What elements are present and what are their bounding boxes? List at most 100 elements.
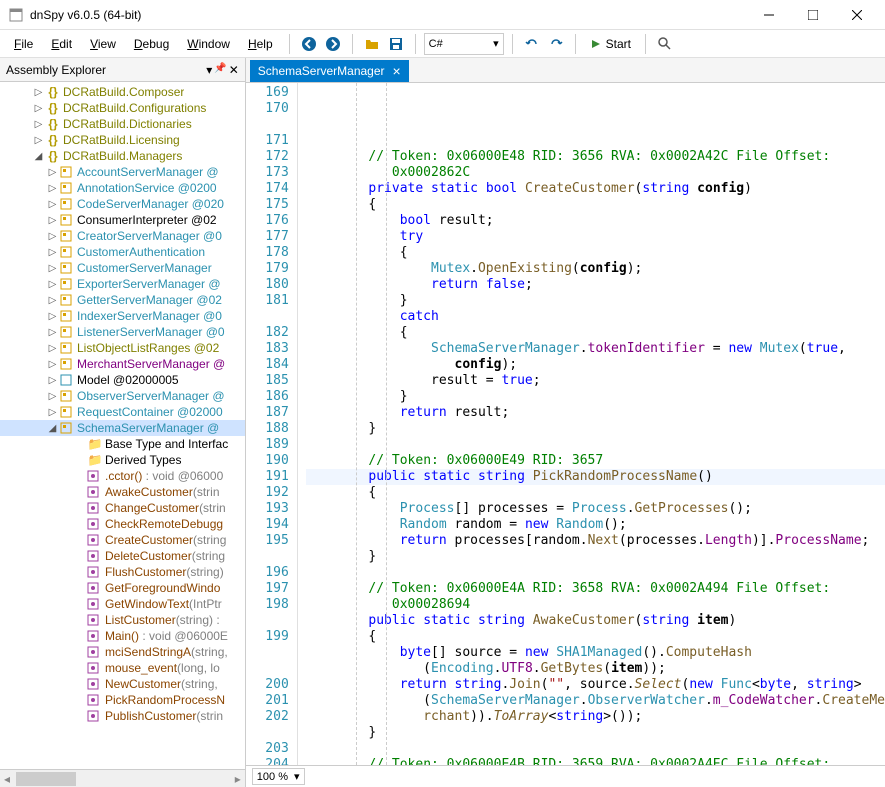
tree-row[interactable]: ▷ CodeServerManager @020 xyxy=(0,196,245,212)
open-button[interactable] xyxy=(361,33,383,55)
tree-row[interactable]: DeleteCustomer(string xyxy=(0,548,245,564)
search-button[interactable] xyxy=(654,33,676,55)
toolbar-separator xyxy=(645,34,646,54)
redo-button[interactable] xyxy=(545,33,567,55)
tree-row[interactable]: ▷CreatorServerManager @0 xyxy=(0,228,245,244)
tab-schemaservermanager[interactable]: SchemaServerManager × xyxy=(250,60,409,82)
tree-row[interactable]: ▷CustomerServerManager xyxy=(0,260,245,276)
tree-toggle-icon[interactable]: ▷ xyxy=(46,327,59,338)
tree-view[interactable]: ▷{}DCRatBuild.Composer▷{}DCRatBuild.Conf… xyxy=(0,82,245,769)
tree-row[interactable]: ▷{}DCRatBuild.Licensing xyxy=(0,132,245,148)
code-editor[interactable]: 1691701711721731741751761771781791801811… xyxy=(246,82,885,765)
tree-row[interactable]: mciSendStringA(string, xyxy=(0,644,245,660)
tree-row[interactable]: PickRandomProcessN xyxy=(0,692,245,708)
tab-close-icon[interactable]: × xyxy=(393,64,401,78)
tree-node-label: SchemaServerManager @ xyxy=(77,421,219,435)
menu-edit[interactable]: Edit xyxy=(43,34,80,54)
tree-toggle-icon[interactable]: ▷ xyxy=(32,135,45,146)
language-dropdown-value: C# xyxy=(429,38,443,50)
minimize-button[interactable] xyxy=(749,2,789,28)
save-button[interactable] xyxy=(385,33,407,55)
tree-toggle-icon[interactable]: ▷ xyxy=(46,295,59,306)
tree-row[interactable]: ▷ MerchantServerManager @ xyxy=(0,356,245,372)
tree-toggle-icon[interactable]: ▷ xyxy=(46,375,59,386)
tree-row[interactable]: ▷{}DCRatBuild.Configurations xyxy=(0,100,245,116)
tree-toggle-icon[interactable]: ◢ xyxy=(46,423,59,434)
tree-node-icon xyxy=(87,598,103,610)
tree-node-icon xyxy=(59,213,75,227)
tree-node-label: MerchantServerManager @ xyxy=(77,357,225,371)
tree-row[interactable]: FlushCustomer(string) xyxy=(0,564,245,580)
toolbar-separator xyxy=(575,34,576,54)
tree-row[interactable]: ▷ListenerServerManager @0 xyxy=(0,324,245,340)
tree-row[interactable]: AwakeCustomer(strin xyxy=(0,484,245,500)
tree-toggle-icon[interactable]: ▷ xyxy=(46,343,59,354)
pin-icon[interactable]: 📌 xyxy=(214,63,226,77)
tree-row[interactable]: GetWindowText(IntPtr xyxy=(0,596,245,612)
tree-row[interactable]: ▷AccountServerManager @ xyxy=(0,164,245,180)
tree-toggle-icon[interactable]: ▷ xyxy=(46,279,59,290)
tree-row[interactable]: CreateCustomer(string xyxy=(0,532,245,548)
tree-row[interactable]: ▷ConsumerInterpreter @02 xyxy=(0,212,245,228)
tree-toggle-icon[interactable]: ▷ xyxy=(46,183,59,194)
tree-row[interactable]: ▷{}DCRatBuild.Dictionaries xyxy=(0,116,245,132)
tree-node-label: CodeServerManager @020 xyxy=(77,197,224,211)
tree-row[interactable]: 📁Base Type and Interfac xyxy=(0,436,245,452)
tree-row[interactable]: ◢ SchemaServerManager @ xyxy=(0,420,245,436)
tree-row[interactable]: ▷CustomerAuthentication xyxy=(0,244,245,260)
maximize-button[interactable] xyxy=(793,2,833,28)
start-debug-button[interactable]: Start xyxy=(584,33,637,55)
tree-toggle-icon[interactable]: ▷ xyxy=(46,231,59,242)
undo-button[interactable] xyxy=(521,33,543,55)
tree-row[interactable]: PublishCustomer(strin xyxy=(0,708,245,724)
tree-row[interactable]: ▷ObserverServerManager @ xyxy=(0,388,245,404)
tree-toggle-icon[interactable]: ▷ xyxy=(32,119,45,130)
tree-row[interactable]: ListCustomer(string) : xyxy=(0,612,245,628)
panel-close-icon[interactable]: ✕ xyxy=(229,63,239,77)
tree-row[interactable]: ▷IndexerServerManager @0 xyxy=(0,308,245,324)
tree-toggle-icon[interactable]: ▷ xyxy=(46,407,59,418)
menu-help[interactable]: Help xyxy=(240,34,281,54)
tree-toggle-icon[interactable]: ▷ xyxy=(46,311,59,322)
tree-toggle-icon[interactable]: ▷ xyxy=(46,215,59,226)
tree-toggle-icon[interactable]: ▷ xyxy=(46,199,59,210)
tree-row[interactable]: ChangeCustomer(strin xyxy=(0,500,245,516)
tree-toggle-icon[interactable]: ▷ xyxy=(32,103,45,114)
tree-row[interactable]: ▷RequestContainer @02000 xyxy=(0,404,245,420)
tree-toggle-icon[interactable]: ▷ xyxy=(46,391,59,402)
tree-row[interactable]: GetForegroundWindo xyxy=(0,580,245,596)
tree-toggle-icon[interactable]: ▷ xyxy=(46,247,59,258)
tree-row[interactable]: .cctor() : void @06000 xyxy=(0,468,245,484)
tree-node-label: FlushCustomer(string) xyxy=(105,565,224,579)
tree-row[interactable]: NewCustomer(string, xyxy=(0,676,245,692)
tree-row[interactable]: ▷ExporterServerManager @ xyxy=(0,276,245,292)
tree-row[interactable]: ▷ListObjectListRanges @02 xyxy=(0,340,245,356)
horizontal-scrollbar[interactable]: ◂ ▸ xyxy=(0,769,245,787)
nav-forward-button[interactable] xyxy=(322,33,344,55)
tree-node-label: DCRatBuild.Composer xyxy=(63,85,184,99)
zoom-dropdown[interactable]: 100 % ▾ xyxy=(252,768,305,785)
nav-back-button[interactable] xyxy=(298,33,320,55)
tree-row[interactable]: Main() : void @06000E xyxy=(0,628,245,644)
tree-row[interactable]: mouse_event(long, lo xyxy=(0,660,245,676)
tree-toggle-icon[interactable]: ▷ xyxy=(32,87,45,98)
tree-toggle-icon[interactable]: ▷ xyxy=(46,167,59,178)
tree-row[interactable]: ▷AnnotationService @0200 xyxy=(0,180,245,196)
language-dropdown[interactable]: C#▾ xyxy=(424,33,504,55)
close-button[interactable] xyxy=(837,2,877,28)
menu-view[interactable]: View xyxy=(82,34,124,54)
tree-row[interactable]: ▷{}DCRatBuild.Composer xyxy=(0,84,245,100)
tree-toggle-icon[interactable]: ◢ xyxy=(32,151,45,162)
code-text[interactable]: // Token: 0x06000E48 RID: 3656 RVA: 0x00… xyxy=(298,83,885,765)
menu-file[interactable]: File xyxy=(6,34,41,54)
tree-toggle-icon[interactable]: ▷ xyxy=(46,263,59,274)
tree-row[interactable]: 📁Derived Types xyxy=(0,452,245,468)
menu-debug[interactable]: Debug xyxy=(126,34,177,54)
tree-row[interactable]: ▷GetterServerManager @02 xyxy=(0,292,245,308)
menu-window[interactable]: Window xyxy=(179,34,238,54)
tree-row[interactable]: ▷Model @02000005 xyxy=(0,372,245,388)
tree-row[interactable]: CheckRemoteDebugg xyxy=(0,516,245,532)
tree-row[interactable]: ◢{}DCRatBuild.Managers xyxy=(0,148,245,164)
panel-dropdown-icon[interactable]: ▾ xyxy=(206,63,212,77)
tree-toggle-icon[interactable]: ▷ xyxy=(46,359,59,370)
